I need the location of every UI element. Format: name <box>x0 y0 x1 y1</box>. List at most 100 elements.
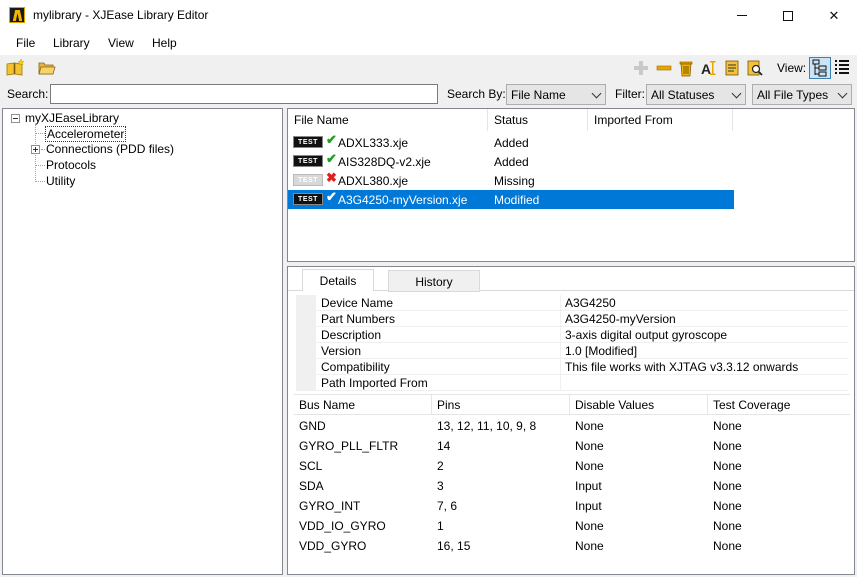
maximize-button[interactable] <box>765 0 811 31</box>
bus-test-coverage: None <box>713 519 742 533</box>
column-status[interactable]: Status <box>488 109 588 131</box>
file-row[interactable]: TEST ✔ ADXL333.xje Added <box>288 132 734 152</box>
file-row[interactable]: TEST ✔ AIS328DQ-v2.xje Added <box>288 151 734 171</box>
notes-icon[interactable] <box>723 59 741 77</box>
column-imported-from[interactable]: Imported From <box>588 109 733 131</box>
property-row: Version 1.0 [Modified] <box>296 343 848 359</box>
svg-text:A: A <box>701 61 711 77</box>
menu-help[interactable]: Help <box>152 36 177 50</box>
bus-pins: 3 <box>437 479 444 493</box>
type-filter-dropdown[interactable]: All File Types <box>752 84 852 105</box>
expand-icon[interactable] <box>31 145 40 154</box>
property-value: A3G4250 <box>565 296 616 310</box>
column-divider <box>560 327 561 343</box>
rename-icon[interactable]: A <box>700 59 718 77</box>
file-status: Added <box>494 136 529 150</box>
row-gutter <box>296 375 316 391</box>
menu-file[interactable]: File <box>16 36 35 50</box>
missing-x-icon: ✖ <box>326 170 337 185</box>
column-file-name[interactable]: File Name <box>288 109 488 131</box>
search-by-dropdown[interactable]: File Name <box>506 84 606 105</box>
bus-row[interactable]: GND 13, 12, 11, 10, 9, 8 None None <box>294 415 850 435</box>
bus-name: VDD_IO_GYRO <box>299 519 386 533</box>
tab-details[interactable]: Details <box>302 269 374 291</box>
menu-library[interactable]: Library <box>53 36 90 50</box>
row-gutter <box>296 359 316 375</box>
file-name: ADXL380.xje <box>338 174 409 188</box>
status-filter-dropdown[interactable]: All Statuses <box>646 84 746 105</box>
row-gutter <box>296 311 316 327</box>
tree-view-button[interactable] <box>809 57 831 79</box>
tree-item-accelerometer[interactable]: Accelerometer <box>45 126 127 142</box>
tree-item-protocols[interactable]: Protocols <box>46 158 96 172</box>
file-row[interactable]: TEST ✖ ADXL380.xje Missing <box>288 170 734 190</box>
bus-disable-value: None <box>575 419 604 433</box>
property-value: 3-axis digital output gyroscope <box>565 328 728 342</box>
property-key: Path Imported From <box>321 376 428 390</box>
test-file-icon: TEST <box>293 193 323 205</box>
bus-row[interactable]: SCL 2 None None <box>294 455 850 475</box>
bus-disable-value: Input <box>575 499 602 513</box>
find-icon[interactable] <box>746 59 764 77</box>
file-name: AIS328DQ-v2.xje <box>338 155 431 169</box>
column-label: Disable Values <box>575 398 655 412</box>
row-gutter <box>296 295 316 311</box>
tab-label: History <box>415 275 453 289</box>
property-row: Path Imported From <box>296 375 848 391</box>
bus-disable-value: Input <box>575 479 602 493</box>
status-filter-value: All Statuses <box>651 88 715 102</box>
filter-label: Filter: <box>615 87 645 101</box>
bus-name: GYRO_INT <box>299 499 361 513</box>
bus-row[interactable]: GYRO_PLL_FLTR 14 None None <box>294 435 850 455</box>
test-file-icon: TEST <box>293 174 323 186</box>
bus-pins: 2 <box>437 459 444 473</box>
details-panel: Details History Device Name A3G4250 Part… <box>287 266 855 575</box>
minimize-button[interactable] <box>719 0 765 31</box>
bus-pins: 1 <box>437 519 444 533</box>
close-button[interactable]: ✕ <box>811 0 857 31</box>
remove-icon[interactable] <box>655 59 673 77</box>
tree-root[interactable]: myXJEaseLibrary <box>25 111 119 125</box>
add-icon[interactable] <box>632 59 650 77</box>
check-icon: ✔ <box>326 151 337 166</box>
tree-guide-line <box>41 149 45 150</box>
chevron-down-icon <box>837 88 848 99</box>
collapse-icon[interactable] <box>11 114 20 123</box>
bus-table-header: Bus Name Pins Disable Values Test Covera… <box>294 394 850 415</box>
tab-history[interactable]: History <box>388 270 480 292</box>
column-test-coverage[interactable]: Test Coverage <box>708 395 850 415</box>
property-key: Part Numbers <box>321 312 396 326</box>
delete-icon[interactable] <box>677 59 695 77</box>
property-key: Description <box>321 328 382 342</box>
bus-row[interactable]: SDA 3 Input None <box>294 475 850 495</box>
type-filter-value: All File Types <box>757 88 829 102</box>
bus-row[interactable]: VDD_GYRO 16, 15 None None <box>294 535 850 555</box>
column-divider <box>560 375 561 391</box>
bus-test-coverage: None <box>713 419 742 433</box>
chevron-down-icon <box>731 88 742 99</box>
row-gutter <box>296 343 316 359</box>
tree-item-connections[interactable]: Connections (PDD files) <box>46 142 174 156</box>
column-divider <box>560 359 561 375</box>
column-divider <box>560 311 561 327</box>
bus-name: VDD_GYRO <box>299 539 367 553</box>
bus-row[interactable]: GYRO_INT 7, 6 Input None <box>294 495 850 515</box>
tab-label: Details <box>319 274 357 288</box>
open-folder-icon[interactable] <box>38 59 56 77</box>
bus-test-coverage: None <box>713 459 742 473</box>
bus-row[interactable]: VDD_IO_GYRO 1 None None <box>294 515 850 535</box>
property-value: 1.0 [Modified] <box>565 344 638 358</box>
file-row-selected[interactable]: TEST ✔ A3G4250-myVersion.xje Modified <box>288 189 734 209</box>
column-disable-values[interactable]: Disable Values <box>570 395 708 415</box>
column-bus-name[interactable]: Bus Name <box>294 395 432 415</box>
list-view-button[interactable] <box>832 57 854 79</box>
tree-item-utility[interactable]: Utility <box>46 174 75 188</box>
menu-view[interactable]: View <box>108 36 134 50</box>
bus-test-coverage: None <box>713 439 742 453</box>
search-input[interactable] <box>50 84 438 104</box>
new-library-icon[interactable] <box>6 59 24 77</box>
bus-disable-value: None <box>575 519 604 533</box>
tree-guide-line <box>36 165 45 166</box>
test-file-icon: TEST <box>293 136 323 148</box>
column-pins[interactable]: Pins <box>432 395 570 415</box>
